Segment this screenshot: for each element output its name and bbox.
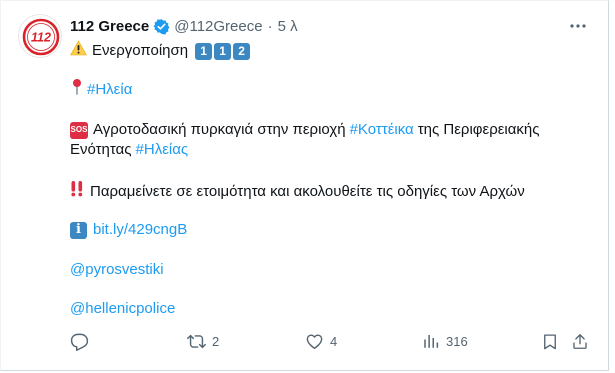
sos-icon: SOS xyxy=(70,121,88,139)
keycap-1-icon: 1 xyxy=(214,42,232,60)
mention-line-1: @pyrosvestiki xyxy=(70,260,164,280)
views-icon xyxy=(424,335,439,348)
mention-pyrosvestiki[interactable]: @pyrosvestiki xyxy=(70,260,164,280)
share-icon xyxy=(573,333,587,349)
link-line: i bit.ly/429cngB xyxy=(70,220,187,240)
fire-text-1: Αγροτοδασική πυρκαγιά στην περιοχή xyxy=(93,121,346,138)
activation-text: Ενεργοποίηση xyxy=(92,42,189,59)
reply-icon xyxy=(70,333,89,351)
fire-text-3: Ενότητας xyxy=(70,141,132,158)
hashtag-ileias[interactable]: #Ηλείας xyxy=(136,140,189,160)
mention-line-2: @hellenicpolice xyxy=(70,299,175,319)
bookmark-icon xyxy=(544,333,556,349)
warning-icon xyxy=(70,40,87,62)
share-button[interactable] xyxy=(571,330,589,352)
retweet-icon xyxy=(187,334,206,348)
account-name[interactable]: 112 Greece xyxy=(70,18,149,35)
more-icon[interactable] xyxy=(567,17,589,35)
keycap-1-icon: 1 xyxy=(195,42,213,60)
avatar-text: 112 xyxy=(31,31,51,45)
activation-line: Ενεργοποίηση 1 1 2 xyxy=(70,40,251,62)
account-handle[interactable]: @112Greece xyxy=(174,18,262,35)
location-line: #Ηλεία xyxy=(70,78,132,101)
hashtag-location[interactable]: #Ηλεία xyxy=(87,80,132,100)
double-exclamation-icon xyxy=(70,180,84,203)
warning-line: Παραμείνετε σε ετοιμότητα και ακολουθείτ… xyxy=(70,180,525,203)
retweet-count: 2 xyxy=(212,333,220,349)
avatar[interactable]: 112 xyxy=(18,14,62,58)
hashtag-kotteika[interactable]: #Κοττέικα xyxy=(350,120,414,140)
verified-badge-icon xyxy=(153,18,170,35)
views-count: 316 xyxy=(446,333,468,349)
fire-line-2: Ενότητας #Ηλείας xyxy=(70,140,188,160)
views-button[interactable]: 316 xyxy=(422,330,468,352)
mention-hellenicpolice[interactable]: @hellenicpolice xyxy=(70,299,175,319)
action-bar: 2 4 316 xyxy=(0,330,615,352)
tweet-time[interactable]: 5 λ xyxy=(278,18,298,35)
info-icon: i xyxy=(70,221,87,239)
fire-text-2: της Περιφερειακής xyxy=(417,121,540,138)
warning-text: Παραμείνετε σε ετοιμότητα και ακολουθείτ… xyxy=(90,182,525,200)
short-link[interactable]: bit.ly/429cngB xyxy=(93,220,187,240)
tweet-header: 112 Greece @112Greece · 5 λ xyxy=(70,16,298,36)
separator-dot: · xyxy=(267,17,273,35)
fire-line-1: SOS Αγροτοδασική πυρκαγιά στην περιοχή #… xyxy=(70,120,540,140)
bookmark-button[interactable] xyxy=(541,330,559,352)
like-button[interactable]: 4 xyxy=(305,330,337,352)
like-count: 4 xyxy=(330,333,338,349)
retweet-button[interactable]: 2 xyxy=(187,330,219,352)
reply-button[interactable] xyxy=(70,330,89,352)
pin-icon xyxy=(70,78,84,101)
like-icon xyxy=(306,333,323,349)
keycap-2-icon: 2 xyxy=(233,42,251,60)
